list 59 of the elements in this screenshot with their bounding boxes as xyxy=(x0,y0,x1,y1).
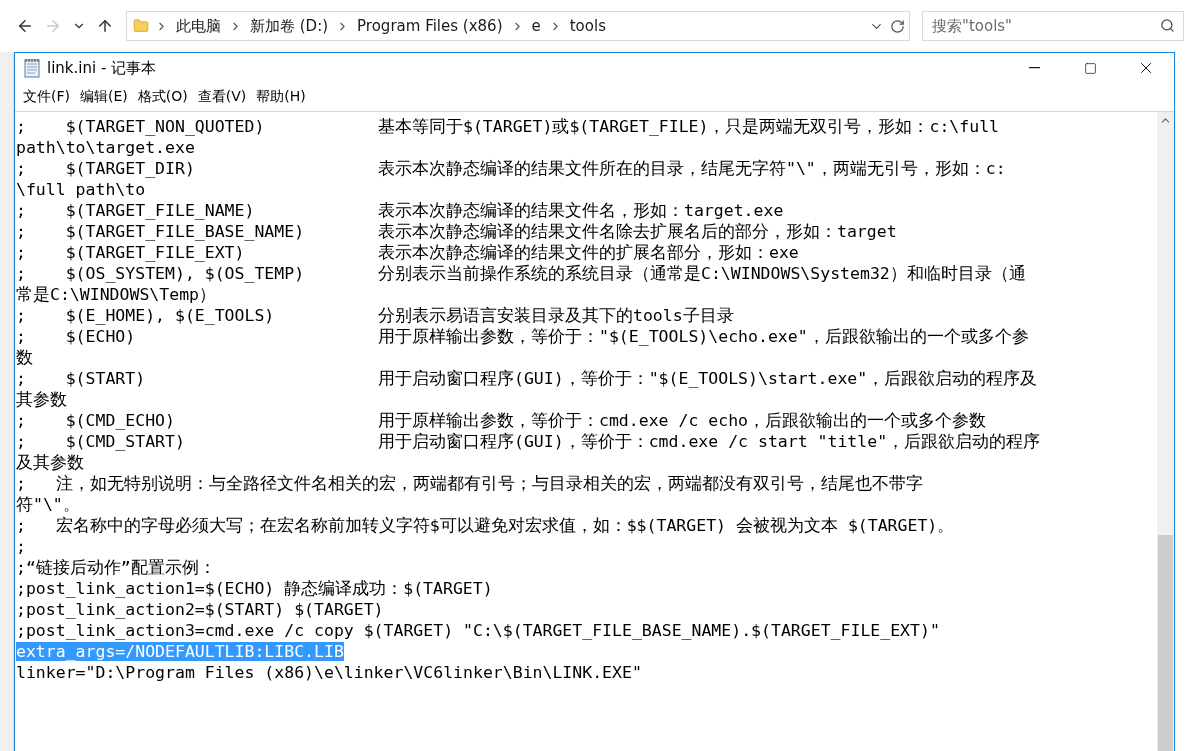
macro-description: 用于启动窗口程序(GUI)，等价于：cmd.exe /c start "title"，后跟欲启动的程序 xyxy=(378,430,1041,453)
text-line: 数 xyxy=(16,346,33,369)
macro-description: 分别表示当前操作系统的系统目录（通常是C:\WINDOWS\System32）和临时目录（通 xyxy=(378,262,1026,285)
macro-name: ; $(TARGET_NON_QUOTED) xyxy=(16,117,266,136)
folder-icon xyxy=(133,18,149,34)
macro-description: 用于原样输出参数，等价于："$(E_TOOLS)\echo.exe"，后跟欲输出的一个或多个参 xyxy=(378,325,1029,348)
notepad-icon xyxy=(23,58,41,78)
text-line: path\to\target.exe xyxy=(16,138,195,157)
macro-description: 表示本次静态编译的结果文件的扩展名部分，形如：exe xyxy=(378,241,799,264)
macro-name: ; $(ECHO) xyxy=(16,327,137,346)
macro-name: ; $(TARGET_FILE_EXT) xyxy=(16,243,246,262)
menu-item[interactable]: 查看(V) xyxy=(192,86,252,108)
macro-description: 用于启动窗口程序(GUI)，等价于："$(E_TOOLS)\start.exe"，后跟欲启动的程序及 xyxy=(378,367,1038,390)
macro-description: 分别表示易语言安装目录及其下的tools子目录 xyxy=(378,304,734,327)
macro-description: 表示本次静态编译的结果文件所在的目录，结尾无字符"\"，两端无引号，形如：c: xyxy=(378,157,1006,180)
text-line: 其参数 xyxy=(16,388,67,411)
window-title: link.ini - 记事本 xyxy=(47,58,158,78)
text-line: ;post_link_action2=$(START) $(TARGET) xyxy=(16,600,384,619)
macro-description: 表示本次静态编译的结果文件名，形如：target.exe xyxy=(378,199,784,222)
text-line: ;post_link_action3=cmd.exe /c copy $(TARGET) "C:\$(TARGET_FILE_BASE_NAME).$(TARGET_FILE_EXT)" xyxy=(16,621,940,640)
macro-name: ; $(OS_SYSTEM), $(OS_TEMP) xyxy=(16,264,306,283)
minimize-icon xyxy=(1028,67,1040,69)
menu-item[interactable]: 格式(O) xyxy=(132,86,193,108)
breadcrumb-item[interactable]: tools xyxy=(567,17,608,35)
macro-description: 用于原样输出参数，等价于：cmd.exe /c echo，后跟欲输出的一个或多个参数 xyxy=(378,409,986,432)
text-line: ; 注，如无特别说明：与全路径文件名相关的宏，两端都有引号；与目录相关的宏，两端都没有双引号，结尾也不带字 xyxy=(16,472,923,495)
text-line: ; 宏名称中的字母必须大写；在宏名称前加转义字符$可以避免对宏求值，如：$$(TARGET) 会被视为文本 $(TARGET)。 xyxy=(16,514,955,537)
maximize-icon xyxy=(1083,61,1097,75)
macro-name: ; $(TARGET_DIR) xyxy=(16,159,196,178)
menu-item[interactable]: 编辑(E) xyxy=(75,86,133,108)
text-line: 及其参数 xyxy=(16,451,84,474)
macro-name: ; $(CMD_ECHO) xyxy=(16,411,176,430)
breadcrumb-item[interactable]: e xyxy=(529,17,543,35)
macro-name: ; $(CMD_START) xyxy=(16,432,186,451)
breadcrumb-item[interactable]: Program Files (x86) xyxy=(355,17,505,35)
menu-item[interactable]: 帮助(H) xyxy=(251,86,311,108)
menu-item[interactable]: 文件(F) xyxy=(18,86,75,108)
text-line: linker="D:\Program Files (x86)\e\linker\VC6linker\Bin\LINK.EXE" xyxy=(16,663,642,682)
text-line: \full path\to xyxy=(16,180,146,199)
address-bar[interactable]: 此电脑 新加卷 (D:) Program Files (x86) e tools xyxy=(126,11,910,41)
search-icon xyxy=(1160,18,1175,33)
macro-description: 表示本次静态编译的结果文件名除去扩展名后的部分，形如：target xyxy=(378,220,897,243)
breadcrumb-item[interactable]: 新加卷 (D:) xyxy=(248,16,331,36)
text-line: 符"\"。 xyxy=(16,493,80,516)
refresh-icon[interactable] xyxy=(890,18,905,34)
macro-name: ; $(E_HOME), $(E_TOOLS) xyxy=(16,306,276,325)
text-line: 常是C:\WINDOWS\Temp） xyxy=(16,283,216,306)
text-line: ; xyxy=(16,537,26,556)
macro-description: 基本等同于$(TARGET)或$(TARGET_FILE)，只是两端无双引号，形如：c:\full xyxy=(378,115,999,138)
text-line: ;post_link_action1=$(ECHO) 静态编译成功：$(TARGET) xyxy=(16,577,493,600)
text-line: ;“链接后动作”配置示例： xyxy=(16,556,216,579)
vertical-scrollbar[interactable] xyxy=(1157,112,1174,751)
breadcrumb-item[interactable]: 此电脑 xyxy=(174,16,223,36)
search-field[interactable]: 搜索"tools" xyxy=(922,11,1184,41)
macro-name: ; $(TARGET_FILE_NAME) xyxy=(16,201,256,220)
macro-name: ; $(TARGET_FILE_BASE_NAME) xyxy=(16,222,306,241)
macro-name: ; $(START) xyxy=(16,369,147,388)
scrollbar-thumb[interactable] xyxy=(1158,535,1173,751)
forward-arrow-icon xyxy=(44,17,62,35)
